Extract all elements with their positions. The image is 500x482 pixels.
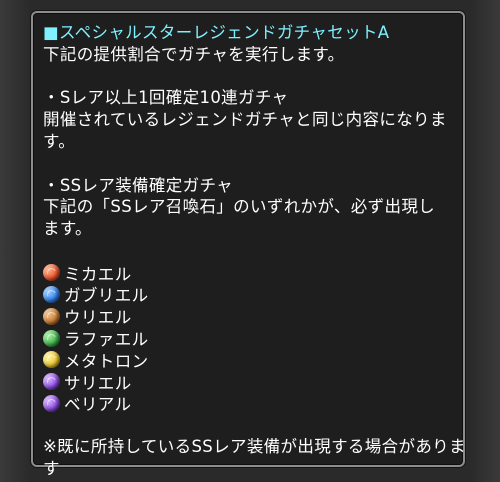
note-line-2: す — [43, 458, 60, 478]
summon-list: ミカエル ガブリエル ウリエル ラファエル メタトロン サリエル ベリアル — [43, 262, 453, 415]
summon-list-item: メタトロン — [43, 349, 453, 371]
light-element-icon — [43, 351, 60, 369]
summon-name: ラファエル — [64, 330, 149, 350]
summon-name: メタトロン — [64, 351, 149, 371]
earth-element-icon — [43, 307, 60, 325]
summon-name: ミカエル — [64, 264, 132, 284]
fire-element-icon — [43, 264, 60, 282]
water-element-icon — [43, 285, 60, 303]
section1-body-line-1: 開催されているレジェンドガチャと同じ内容になりま — [43, 110, 447, 130]
gacha-info-panel: ■スペシャルスターレジェンドガチャセットA 下記の提供割合でガチャを実行します。… — [31, 11, 466, 478]
summon-name: ガブリエル — [64, 286, 149, 306]
summon-list-item: ベリアル — [43, 393, 453, 415]
dark-element-icon — [43, 394, 60, 412]
summon-list-item: ガブリエル — [43, 284, 453, 306]
summon-name: ベリアル — [64, 395, 132, 415]
section2-body-line-1: 下記の「SSレア召喚石」のいずれかが、必ず出現し — [43, 197, 436, 217]
summon-list-item: ウリエル — [43, 305, 453, 327]
section2-heading: ・SSレア装備確定ガチャ — [43, 175, 233, 195]
note-line-1: ※既に所持しているSSレア装備が出現する場合がありま — [43, 437, 466, 457]
panel-title: ■スペシャルスターレジェンドガチャセットA — [43, 23, 390, 42]
section2-body-line-2: ます。 — [43, 219, 92, 239]
summon-list-item: ミカエル — [43, 262, 453, 284]
summon-list-item: サリエル — [43, 371, 453, 393]
section1-heading: ・Sレア以上1回確定10連ガチャ — [43, 88, 289, 108]
summon-name: ウリエル — [64, 308, 132, 328]
intro-text: 下記の提供割合でガチャを実行します。 — [43, 44, 345, 64]
wind-element-icon — [43, 329, 60, 347]
section1-body-line-2: す。 — [43, 131, 76, 151]
summon-name: サリエル — [64, 373, 132, 393]
summon-list-item: ラファエル — [43, 327, 453, 349]
dark-element-icon — [43, 373, 60, 391]
